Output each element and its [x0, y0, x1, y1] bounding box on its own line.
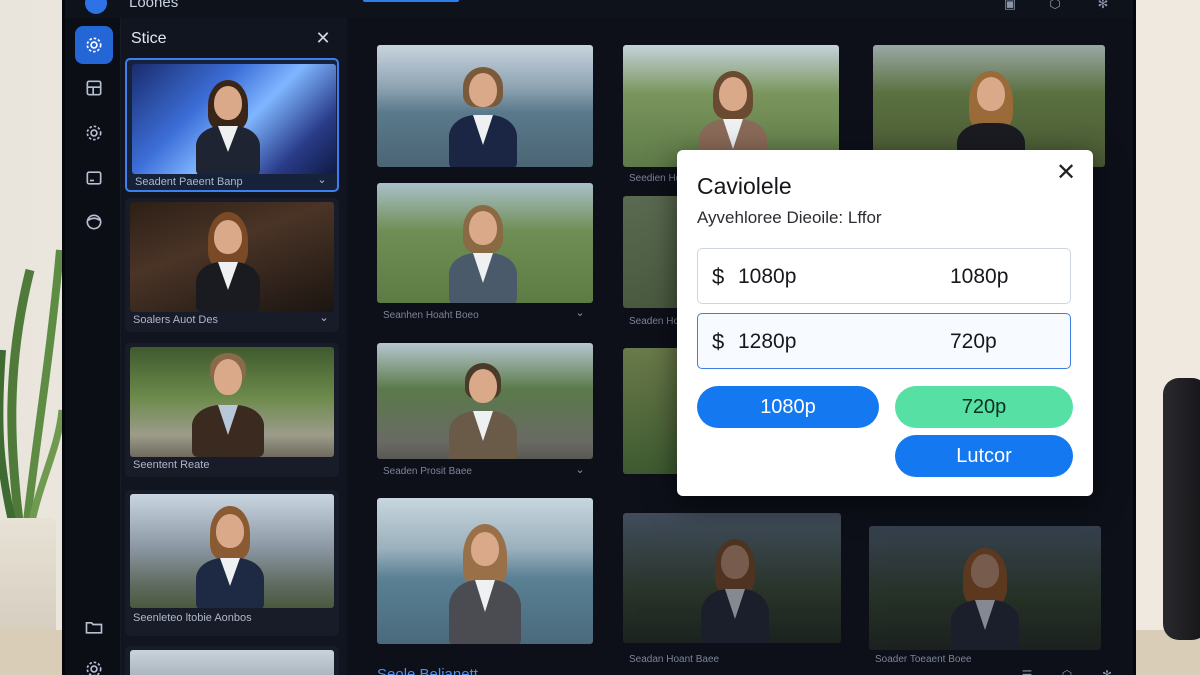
panel-card[interactable]: Seentent Reate: [125, 343, 339, 477]
card-label: Seentent Reate: [133, 459, 210, 471]
scrollbar[interactable]: [1133, 140, 1136, 360]
app-logo-icon: [85, 0, 107, 14]
resolution-dialog: Caviolele ✕ Ayvehloree Dieoile: Lffor $ …: [677, 150, 1093, 496]
icon-rail: [65, 18, 121, 675]
video-tile[interactable]: [377, 343, 593, 459]
folder-icon: [85, 622, 103, 634]
resolution-option-720[interactable]: $ 1280p 720p: [697, 313, 1071, 369]
rail-theme-button[interactable]: [75, 203, 113, 241]
option-value-right: 720p: [950, 330, 997, 353]
rail-display-button[interactable]: [75, 159, 113, 197]
app-title: Loones: [129, 0, 179, 11]
gear-icon: [86, 661, 102, 675]
close-icon[interactable]: ✕: [1053, 160, 1079, 186]
chevron-down-icon[interactable]: ⌄: [573, 306, 587, 319]
panel-card[interactable]: [125, 646, 339, 675]
active-tab-indicator[interactable]: [363, 0, 459, 2]
tile-label: Soader Toeaent Boee: [875, 654, 972, 665]
chevron-down-icon[interactable]: ⌄: [315, 173, 329, 187]
section-label[interactable]: Seole Belianett: [377, 666, 478, 675]
theme-icon: [86, 214, 102, 230]
tile-label: Seadan Hoant Baee: [629, 654, 720, 665]
option-value-right: 1080p: [950, 265, 1009, 288]
video-tile[interactable]: [377, 498, 593, 644]
side-panel: Stice ✕ Seadent Paeent Banp ⌄ Soalers Au…: [121, 18, 347, 675]
list-icon[interactable]: ☰: [1019, 668, 1035, 675]
video-tile[interactable]: [869, 526, 1101, 650]
cog-icon: [86, 125, 102, 141]
tile-label: Seaden Prosit Baee: [383, 466, 472, 477]
option-value-left: 1280p: [738, 330, 797, 353]
panel-close-icon[interactable]: ✕: [313, 28, 333, 48]
currency-symbol: $: [712, 329, 725, 354]
dialog-subtitle: Ayvehloree Dieoile: Lffor: [697, 208, 882, 227]
video-tile[interactable]: [873, 45, 1105, 167]
gear-icon[interactable]: ✻: [1099, 668, 1115, 675]
panel-title: Stice: [131, 30, 167, 47]
video-tile[interactable]: [377, 183, 593, 303]
speaker: [1163, 378, 1200, 640]
plant-pot: [0, 518, 56, 640]
video-tile[interactable]: [377, 45, 593, 167]
gear-icon[interactable]: ✻: [1095, 0, 1111, 12]
card-label: Soalers Auot Des: [133, 314, 218, 326]
card-label: Seenleteo ltobie Aonbos: [133, 612, 252, 624]
resolution-option-1080[interactable]: $ 1080p 1080p: [697, 248, 1071, 304]
rail-layout-button[interactable]: [75, 69, 113, 107]
video-thumbnail: [130, 494, 334, 608]
dialog-title: Caviolele: [697, 173, 792, 199]
video-thumbnail: [130, 202, 334, 312]
layout-icon: [86, 80, 102, 96]
video-tile[interactable]: [623, 45, 839, 167]
panel-card[interactable]: Seenleteo ltobie Aonbos: [125, 490, 339, 636]
rail-settings-button[interactable]: [75, 26, 113, 64]
chevron-down-icon[interactable]: ⌄: [317, 311, 331, 325]
shield-icon[interactable]: ⬡: [1047, 0, 1063, 12]
video-thumbnail: [130, 347, 334, 457]
currency-symbol: $: [712, 264, 725, 289]
rail-preferences-button[interactable]: [75, 114, 113, 152]
rail-folder-button[interactable]: [75, 608, 113, 646]
panel-card[interactable]: Seadent Paeent Banp ⌄: [125, 58, 339, 192]
select-720p-button[interactable]: 720p: [895, 386, 1073, 428]
tile-label: Seanhen Hoaht Boeo: [383, 310, 479, 321]
card-label: Seadent Paeent Banp: [135, 176, 243, 188]
display-icon: [86, 171, 102, 185]
gear-icon: [86, 37, 102, 53]
top-bar: Loones ▣ ⬡ ✻: [65, 0, 1133, 18]
rail-bottom-settings-button[interactable]: [75, 650, 113, 675]
video-thumbnail: [130, 650, 334, 675]
confirm-button[interactable]: Lutcor: [895, 435, 1073, 477]
select-1080p-button[interactable]: 1080p: [697, 386, 879, 428]
video-thumbnail: [132, 64, 336, 174]
plant-decoration: [0, 249, 62, 531]
chevron-down-icon[interactable]: ⌄: [573, 463, 587, 476]
option-value-left: 1080p: [738, 265, 797, 288]
shield-icon[interactable]: ⬡: [1059, 668, 1075, 675]
window-icon[interactable]: ▣: [1002, 0, 1018, 12]
video-tile[interactable]: [623, 513, 841, 643]
panel-card[interactable]: Soalers Auot Des ⌄: [125, 198, 339, 332]
